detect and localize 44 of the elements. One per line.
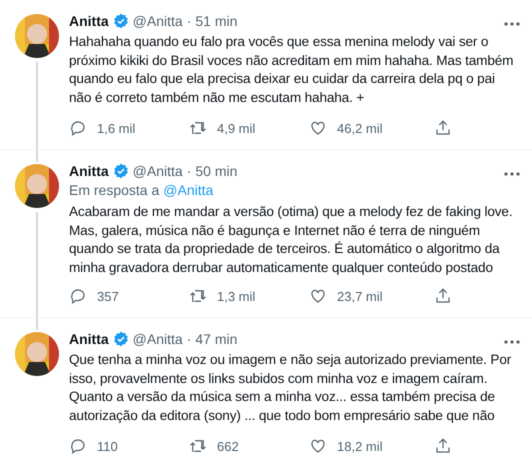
- reply-label: Em resposta a: [69, 182, 160, 200]
- separator-dot: ·: [186, 331, 192, 347]
- tweet-time[interactable]: 47 min: [195, 331, 238, 347]
- share-icon[interactable]: [434, 119, 452, 137]
- author-name[interactable]: Anitta: [69, 13, 109, 29]
- avatar-icon[interactable]: [14, 14, 58, 58]
- reply-icon[interactable]: [69, 287, 87, 305]
- tweet-text: Acabaram de me mandar a versão (otima) que a melody fez de faking love. Mas, galera, música não é bagunça e Internet não é terra de ninguém quando se trata da propriedade de terceiros. É automático o algoritmo da minha gravadora derrubar automaticamente qualquer conteúdo postado: [69, 203, 514, 277]
- reply-icon[interactable]: [69, 437, 87, 455]
- like-icon[interactable]: [309, 287, 327, 305]
- reply-count: 110: [97, 438, 118, 454]
- retweet-icon[interactable]: [189, 119, 207, 137]
- share-icon[interactable]: [434, 437, 452, 455]
- tweet-time[interactable]: 51 min: [195, 13, 238, 29]
- separator-dot: ·: [186, 163, 192, 179]
- reply-icon[interactable]: [69, 119, 87, 137]
- tweet-card[interactable]: [0, 150, 532, 318]
- reply-count: 357: [97, 288, 119, 304]
- separator-dot: ·: [186, 13, 192, 29]
- retweet-icon[interactable]: [189, 437, 207, 455]
- reply-count: 1,6 mil: [97, 120, 136, 136]
- author-handle[interactable]: @Anitta: [132, 13, 183, 29]
- verified-badge-icon: [112, 163, 129, 179]
- verified-badge-icon: [112, 13, 129, 29]
- author-name[interactable]: Anitta: [69, 331, 109, 347]
- retweet-count: 662: [217, 438, 239, 454]
- tweet-text: Que tenha a minha voz ou imagem e não seja autorizado previamente. Por isso, provavelmente os links subidos com minha voz e imagem caíram. Quanto a versão da música sem a minha voz... essa também precisa de autorização da editora (sony) ... que todo bom empresário sabe que não: [69, 351, 512, 425]
- author-handle[interactable]: @Anitta: [132, 163, 183, 179]
- like-count: 46,2 mil: [337, 120, 383, 136]
- like-icon[interactable]: [309, 119, 327, 137]
- retweet-count: 1,3 mil: [217, 288, 256, 304]
- tweet-time[interactable]: 50 min: [195, 163, 238, 179]
- retweet-icon[interactable]: [189, 287, 207, 305]
- avatar-icon[interactable]: [14, 164, 58, 208]
- share-icon[interactable]: [434, 287, 452, 305]
- verified-badge-icon: [112, 331, 129, 347]
- retweet-count: 4,9 mil: [217, 120, 256, 136]
- tweet-text: Hahahaha quando eu falo pra vocês que essa menina melody vai ser o próximo kikiki do Brasil voces não acreditam em mim hahaha. Mas também quando eu falo que ela precisa deixar eu cuidar da carreira dela pq o pai não é correto também não me escutam hahaha. +: [69, 33, 514, 106]
- like-count: 18,2 mil: [337, 438, 383, 454]
- avatar-icon[interactable]: [14, 332, 58, 376]
- author-handle[interactable]: @Anitta: [132, 331, 183, 347]
- like-count: 23,7 mil: [337, 288, 383, 304]
- author-name[interactable]: Anitta: [69, 163, 109, 179]
- like-icon[interactable]: [309, 437, 327, 455]
